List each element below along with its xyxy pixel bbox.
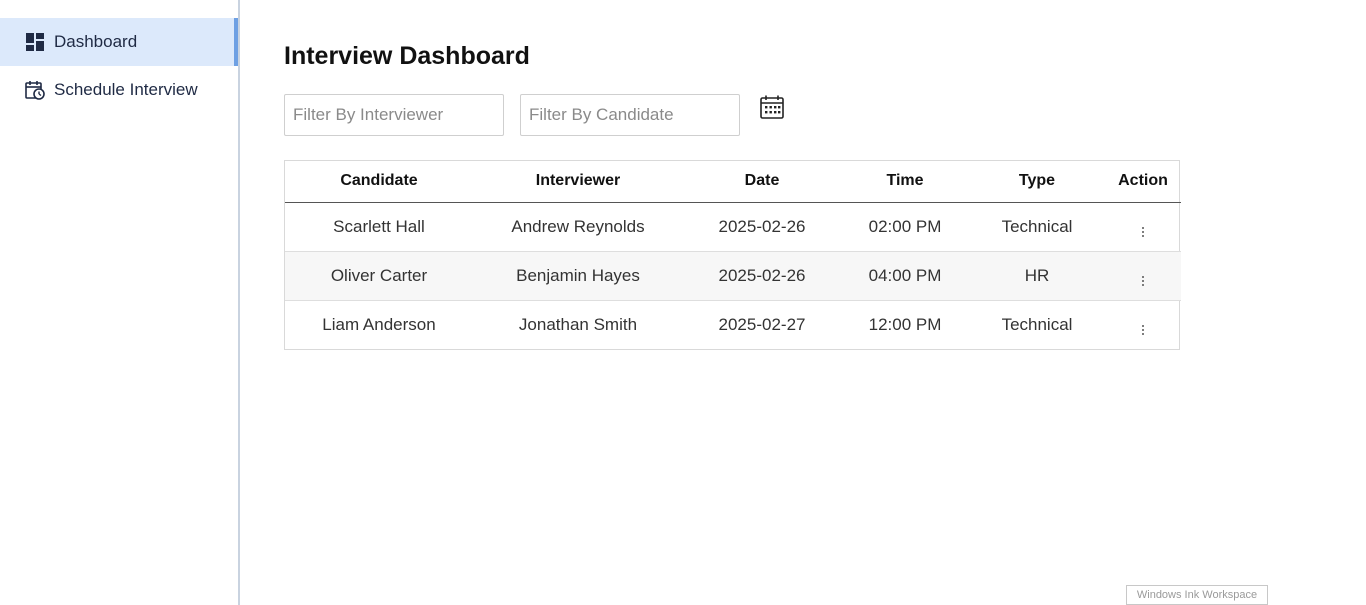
column-header-candidate: Candidate	[285, 161, 473, 203]
cell-time: 04:00 PM	[841, 251, 969, 301]
calendar-clock-icon	[24, 79, 46, 101]
table-header-row: Candidate Interviewer Date Time Type Act…	[285, 161, 1181, 203]
cell-date: 2025-02-27	[718, 314, 806, 334]
column-header-date: Date	[683, 161, 841, 203]
cell-candidate: Scarlett Hall	[285, 202, 473, 252]
sidebar-item-label: Schedule Interview	[54, 80, 198, 99]
filter-candidate-input[interactable]	[520, 94, 740, 136]
app: Dashboard Schedule Interview Interview D…	[0, 0, 1366, 605]
cell-interviewer: Benjamin Hayes	[473, 251, 683, 301]
calendar-icon[interactable]	[758, 93, 786, 121]
table-row: Oliver Carter Benjamin Hayes 2025-02-26 …	[285, 251, 1181, 301]
cell-interviewer: Andrew Reynolds	[473, 202, 683, 252]
cell-type: Technical	[1001, 314, 1073, 334]
cell-date: 2025-02-26	[683, 202, 841, 252]
cell-time: 12:00 PM	[868, 314, 942, 334]
dashboard-icon	[24, 31, 46, 53]
windows-ink-workspace-tooltip: Windows Ink Workspace	[1126, 585, 1268, 605]
cell-type: Technical	[969, 202, 1105, 252]
cell-interviewer: Jonathan Smith	[518, 314, 638, 334]
cell-action	[1105, 300, 1181, 349]
cell-type: HR	[969, 251, 1105, 301]
sidebar-item-label: Dashboard	[54, 32, 138, 51]
more-options-icon[interactable]	[1135, 322, 1151, 338]
interview-table: Candidate Interviewer Date Time Type Act…	[284, 160, 1181, 350]
cell-action	[1105, 202, 1181, 252]
cell-date: 2025-02-26	[683, 251, 841, 301]
more-options-icon[interactable]	[1135, 273, 1151, 289]
sidebar-item-dashboard[interactable]: Dashboard	[0, 18, 238, 66]
filter-interviewer-input[interactable]	[284, 94, 504, 136]
more-options-icon[interactable]	[1135, 224, 1151, 240]
cell-candidate: Liam Anderson	[322, 314, 436, 334]
column-header-type: Type	[969, 161, 1105, 203]
sidebar-nav: Dashboard Schedule Interview	[0, 18, 238, 114]
cell-action	[1105, 251, 1181, 301]
column-header-time: Time	[841, 161, 969, 203]
page-title: Interview Dashboard	[284, 42, 530, 70]
sidebar-item-schedule-interview[interactable]: Schedule Interview	[0, 66, 238, 114]
sidebar: Dashboard Schedule Interview	[0, 0, 240, 605]
cell-candidate: Oliver Carter	[285, 251, 473, 301]
column-header-interviewer: Interviewer	[473, 161, 683, 203]
table-row: Liam Anderson Jonathan Smith 2025-02-27 …	[285, 300, 1181, 349]
column-header-action: Action	[1105, 161, 1181, 203]
cell-time: 02:00 PM	[841, 202, 969, 252]
filter-bar	[284, 94, 786, 136]
table-row: Scarlett Hall Andrew Reynolds 2025-02-26…	[285, 202, 1181, 252]
